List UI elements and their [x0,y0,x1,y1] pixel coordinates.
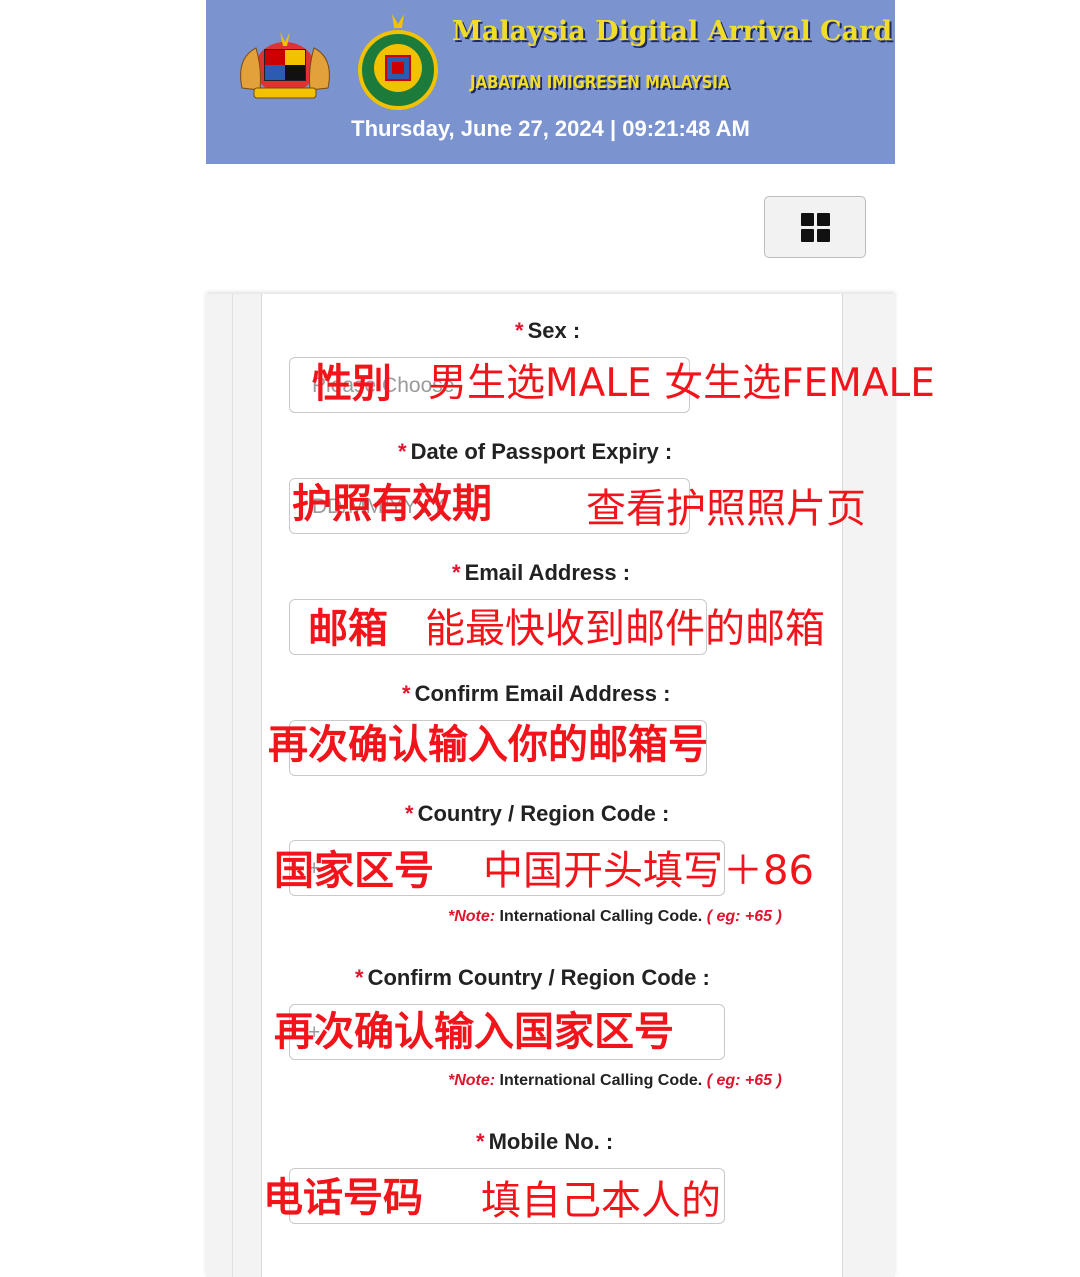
sex-label: * Sex : [515,318,581,343]
menu-toggle-button[interactable] [764,196,866,258]
header-banner: Malaysia Digital Arrival Card JABATAN IM… [206,0,895,164]
annotation-sex: 性别 [312,361,392,407]
annotation-confirm-country: 再次确认输入国家区号 [274,1009,674,1055]
annotation-country: 国家区号 [274,848,434,894]
country-code-note: *Note: International Calling Code. ( eg:… [448,908,782,925]
passport-expiry-label: * Date of Passport Expiry : [398,439,673,464]
mobile-label: * Mobile No. : [476,1129,614,1154]
confirm-country-code-note: *Note: International Calling Code. ( eg:… [448,1072,782,1089]
banner-title: Malaysia Digital Arrival Card [452,16,893,47]
annotation-confirm-email: 再次确认输入你的邮箱号 [268,722,708,768]
banner-subtitle: JABATAN IMIGRESEN MALAYSIA [470,72,730,93]
annotation-sex-hint: 男生选MALE 女生选FEMALE [428,361,935,406]
confirm-country-code-label: * Confirm Country / Region Code : [355,965,710,990]
email-label: * Email Address : [452,560,631,585]
malaysia-coat-of-arms-icon [240,32,330,99]
annotation-email: 邮箱 [308,606,388,652]
annotation-mobile: 电话号码 [263,1175,423,1221]
imigresen-emblem-icon [358,14,438,110]
form-divider [232,294,233,1277]
banner-datetime: Thursday, June 27, 2024 | 09:21:48 AM [351,116,750,141]
annotation-email-hint: 能最快收到邮件的邮箱 [425,606,825,652]
annotation-country-hint: 中国开头填写＋86 [483,848,814,894]
country-code-label: * Country / Region Code : [405,801,670,826]
grid-icon [801,213,831,243]
annotation-mobile-hint: 填自己本人的 [481,1178,721,1224]
confirm-email-label: * Confirm Email Address : [402,681,671,706]
annotation-passport: 护照有效期 [292,481,492,527]
annotation-passport-hint: 查看护照照片页 [586,486,866,532]
